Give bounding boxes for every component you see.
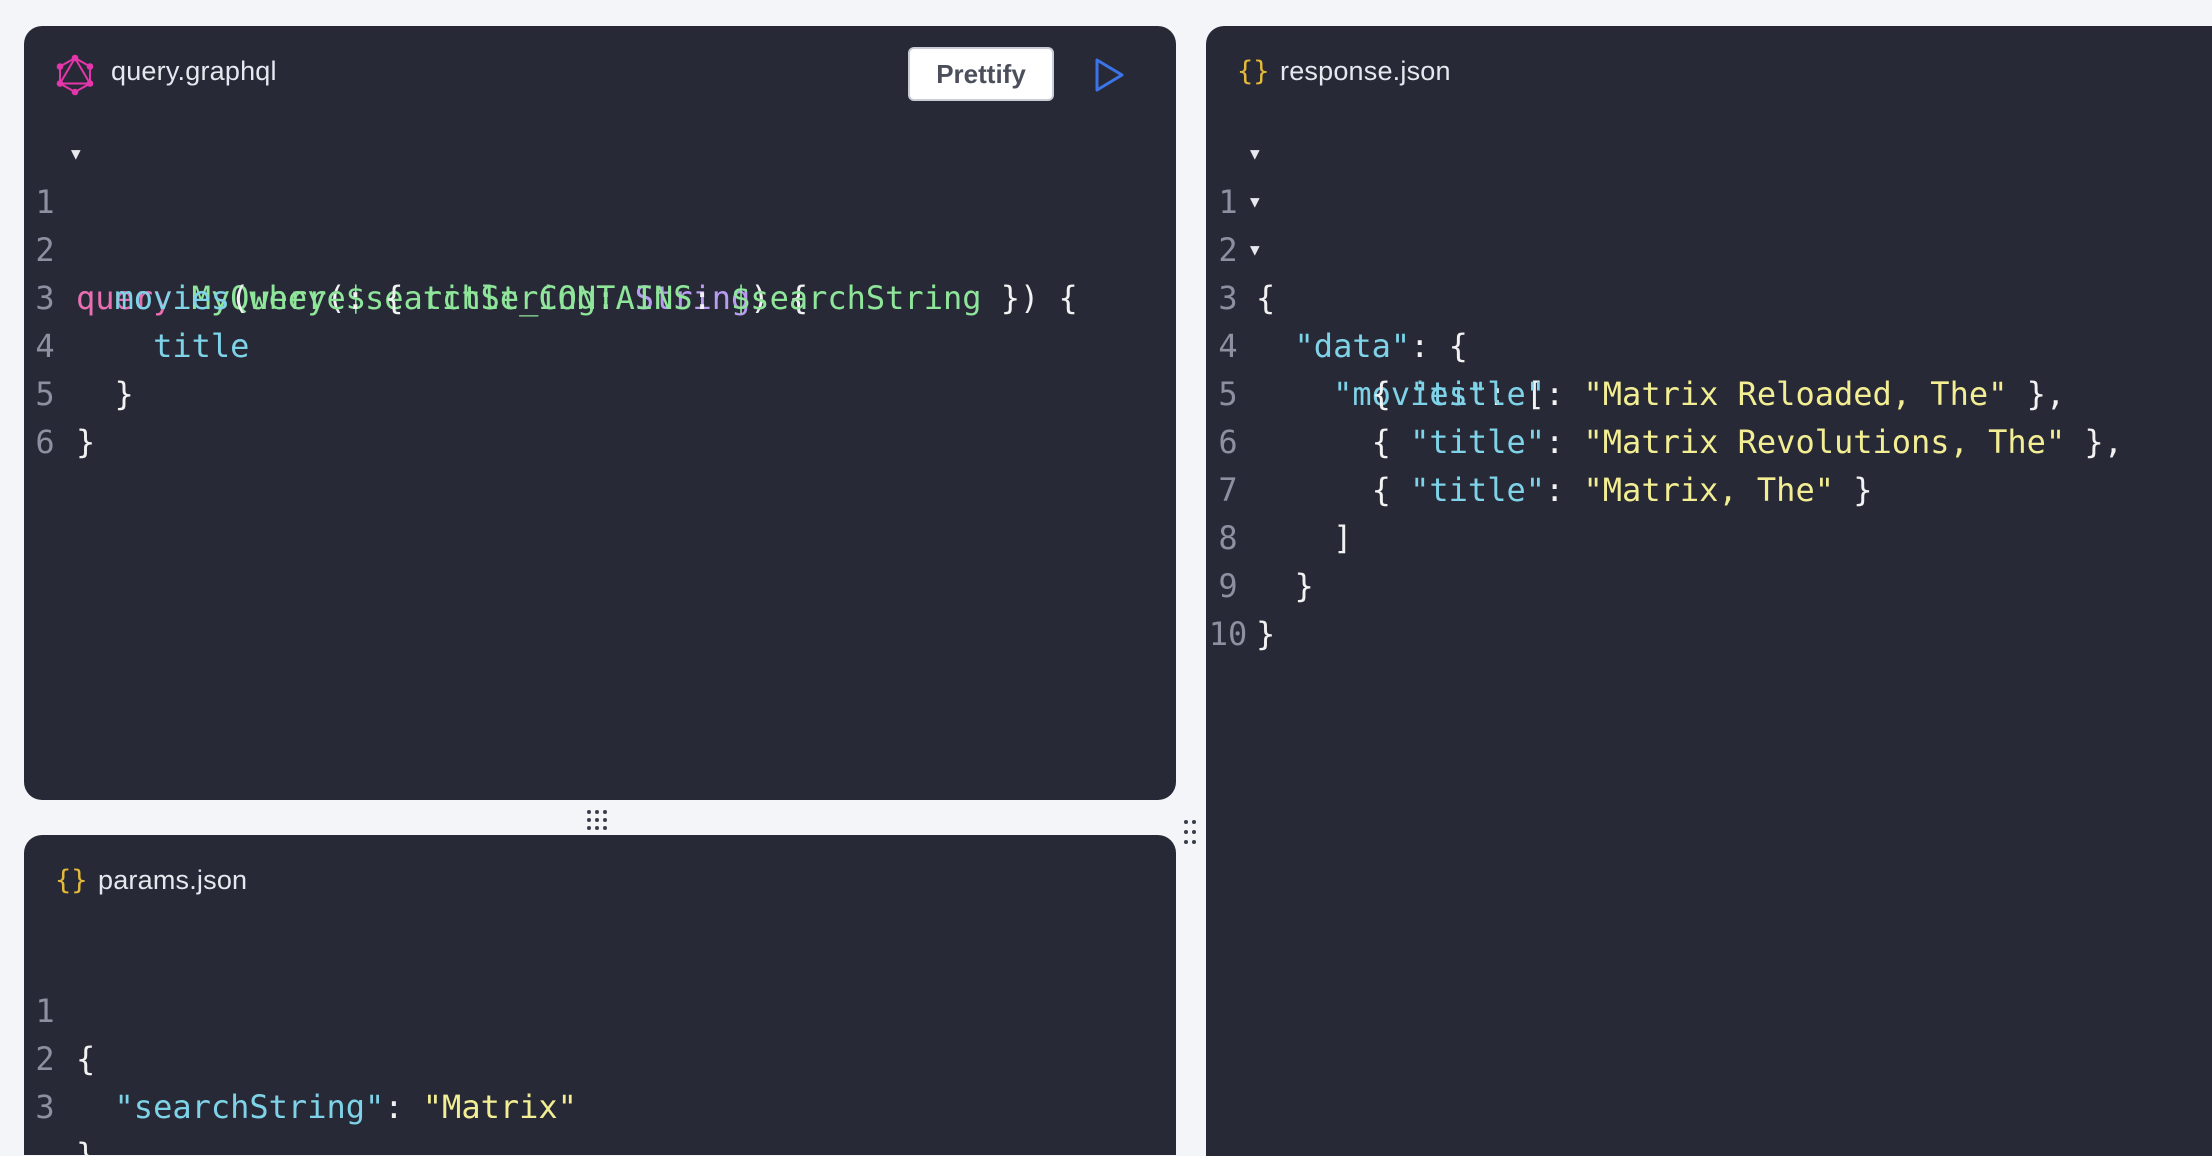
horizontal-resize-handle[interactable]: [585, 808, 615, 830]
query-editor-header: query.graphql Prettify: [24, 26, 1176, 120]
params-editor-panel: {} params.json 1 { 2 "searchString": "Ma…: [24, 835, 1176, 1155]
code-line: 3 }: [24, 1035, 1176, 1155]
json-braces-icon: {}: [55, 865, 88, 896]
run-query-icon[interactable]: [1092, 56, 1126, 94]
line-number: 3: [35, 1088, 55, 1126]
code-line: 2 movies(where: { title_CONTAINS: $searc…: [24, 178, 1176, 317]
code-line: 3 ▼ "movies": [: [1206, 226, 2212, 413]
query-filename: query.graphql: [111, 56, 277, 86]
response-viewer-panel: {} response.json 1 ▼ { 2 ▼ "data": { 3 ▼…: [1206, 26, 2212, 1156]
code-line: 3 title: [24, 226, 1176, 365]
fold-toggle-icon[interactable]: ▼: [71, 130, 81, 178]
line-number: 6: [35, 423, 55, 461]
code-line: 6: [24, 370, 1176, 461]
prettify-button[interactable]: Prettify: [908, 47, 1054, 101]
query-editor-panel: query.graphql Prettify 1 ▼ query MyQuery…: [24, 26, 1176, 800]
response-viewer-header: {} response.json: [1206, 26, 2212, 120]
json-braces-icon: {}: [1237, 56, 1270, 87]
code-line: 10: [1206, 562, 2212, 653]
code-line: 6 { "title": "Matrix, The" }: [1206, 370, 2212, 509]
code-line: 5 }: [24, 322, 1176, 461]
code-line: 4 { "title": "Matrix Reloaded, The" },: [1206, 274, 2212, 413]
code-line: 2 "searchString": "Matrix": [24, 987, 1176, 1126]
params-filename: params.json: [98, 865, 248, 895]
json-string-value: "Matrix": [422, 1088, 577, 1126]
code-line: 1 ▼ {: [1206, 130, 2212, 317]
code-line: 9 }: [1206, 514, 2212, 653]
graphql-logo-icon: [56, 54, 94, 96]
vertical-resize-handle[interactable]: [1180, 818, 1202, 852]
code-line: 5 { "title": "Matrix Revolutions, The" }…: [1206, 322, 2212, 461]
code-line: 4 }: [24, 274, 1176, 413]
line-number: 10: [1208, 615, 1248, 653]
fold-toggle-icon[interactable]: ▼: [1250, 178, 1260, 226]
json-key: "searchString": [114, 1088, 385, 1126]
code-line: 1 ▼ query MyQuery($searchString: String)…: [24, 130, 1176, 317]
code-line: 2 ▼ "data": {: [1206, 178, 2212, 365]
code-line: 7 ]: [1206, 418, 2212, 557]
code-line: 8 }: [1206, 466, 2212, 605]
fold-toggle-icon[interactable]: ▼: [1250, 226, 1260, 274]
code-line: 1 {: [24, 939, 1176, 1078]
params-editor-header: {} params.json: [24, 835, 1176, 929]
query-code-area[interactable]: 1 ▼ query MyQuery($searchString: String)…: [24, 130, 1176, 461]
fold-toggle-icon[interactable]: ▼: [1250, 130, 1260, 178]
params-code-area[interactable]: 1 { 2 "searchString": "Matrix" 3 }: [24, 939, 1176, 1155]
response-code-area: 1 ▼ { 2 ▼ "data": { 3 ▼ "movies": [ 4 { …: [1206, 130, 2212, 653]
response-filename: response.json: [1280, 56, 1451, 86]
